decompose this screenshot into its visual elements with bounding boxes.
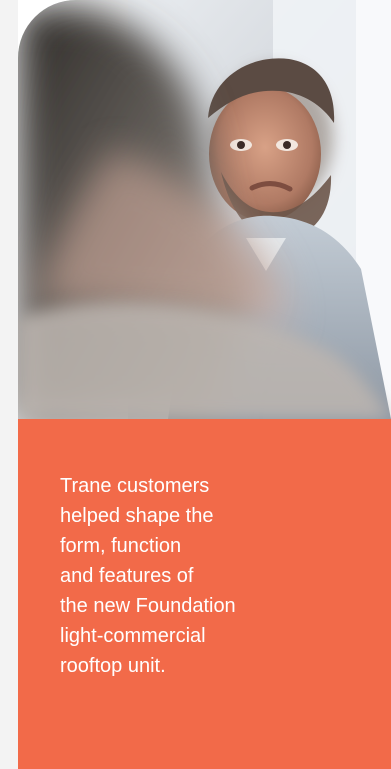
meeting-photo — [18, 0, 391, 419]
caption-text: Trane customers helped shape the form, f… — [60, 475, 236, 677]
meeting-photo-icon — [18, 0, 391, 419]
caption-panel: Trane customers helped shape the form, f… — [18, 419, 391, 769]
promo-card: Trane customers helped shape the form, f… — [18, 0, 391, 769]
